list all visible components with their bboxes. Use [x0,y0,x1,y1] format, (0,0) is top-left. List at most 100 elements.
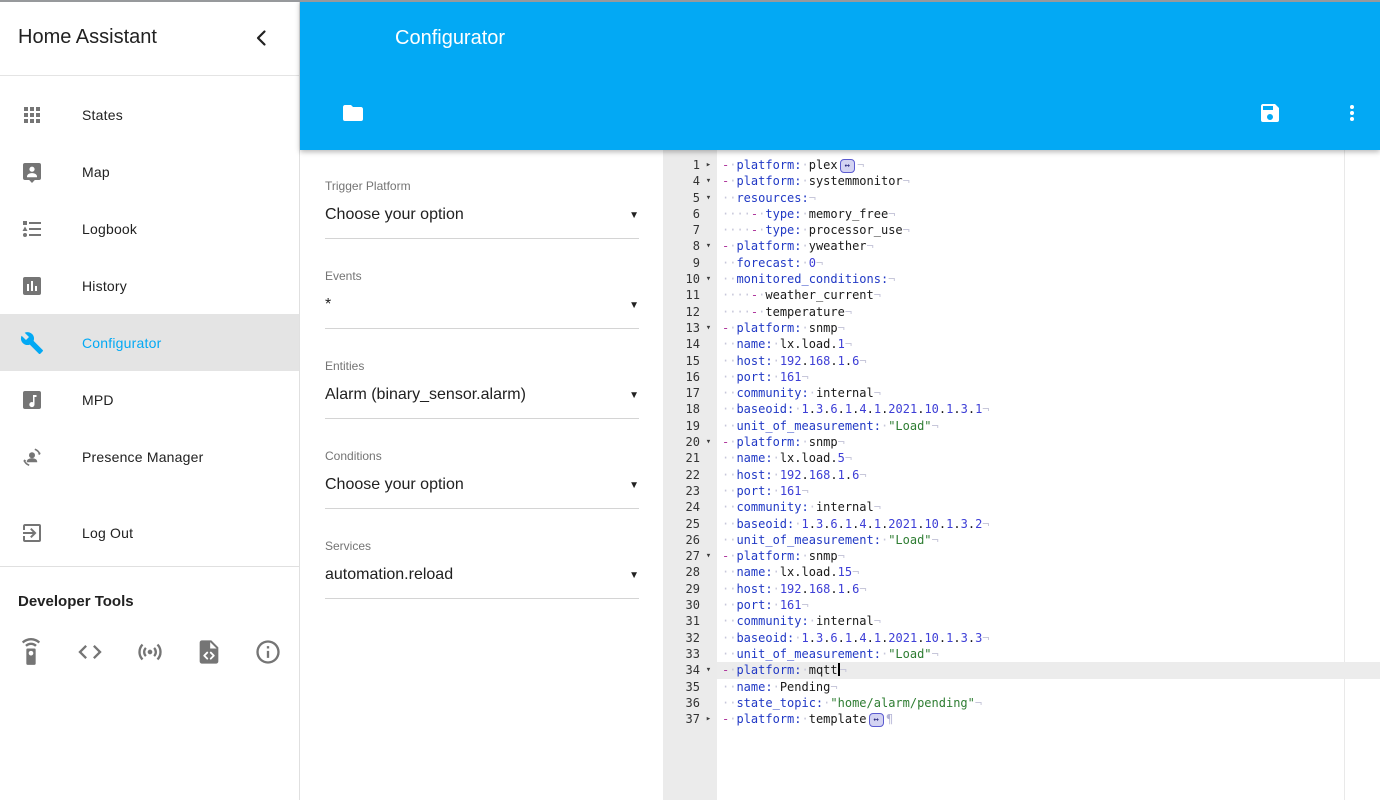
sidebar-item-history[interactable]: History [0,257,299,314]
sidebar-item-log-out[interactable]: Log Out [0,504,299,561]
field-selected-value: Choose your option [325,206,464,223]
code-text[interactable]: ····-·temperature¬ [717,304,1380,320]
code-text[interactable]: -·platform:·template ↔ ¶ [717,711,1380,728]
editor-line: 21 ··name:·lx.load.5¬ [663,450,1380,466]
line-number: 27 [685,549,700,564]
fold-gutter [700,597,717,613]
developer-tools-heading: Developer Tools [18,593,134,610]
code-text[interactable]: ··forecast:·0¬ [717,255,1380,271]
line-number: 20 [685,435,700,450]
code-text[interactable]: ··name:·lx.load.5¬ [717,450,1380,466]
code-text[interactable]: ··name:·lx.load.15¬ [717,564,1380,580]
code-text[interactable]: ····-·type:·memory_free¬ [717,206,1380,222]
file-code-icon[interactable] [195,638,223,666]
code-text[interactable]: ··port:·161¬ [717,483,1380,499]
code-text[interactable]: ··name:·Pending¬ [717,679,1380,695]
sidebar-item-logbook[interactable]: Logbook [0,200,299,257]
fold-open-icon[interactable]: ▾ [700,662,717,678]
code-text[interactable]: -·platform:·yweather¬ [717,238,1380,254]
fold-gutter [700,581,717,597]
code-text[interactable]: ··host:·192.168.1.6¬ [717,353,1380,369]
code-text[interactable]: ··baseoid:·1.3.6.1.4.1.2021.10.1.3.1¬ [717,401,1380,417]
account-sync-icon [20,445,44,469]
field-select-trigger-platform[interactable]: Choose your option ▼ [325,205,639,225]
sidebar-item-states[interactable]: States [0,86,299,143]
app-title: Home Assistant [18,26,157,48]
code-text[interactable]: ··unit_of_measurement:·"Load"¬ [717,418,1380,434]
code-text[interactable]: -·platform:·systemmonitor¬ [717,173,1380,189]
editor-line: 23 ··port:·161¬ [663,483,1380,499]
sidebar-item-presence-manager[interactable]: Presence Manager [0,428,299,485]
fold-open-icon[interactable]: ▾ [700,271,717,287]
field-select-services[interactable]: automation.reload ▼ [325,565,639,585]
save-icon[interactable] [1258,101,1282,125]
fold-open-icon[interactable]: ▾ [700,173,717,189]
fold-gutter [700,353,717,369]
field-select-conditions[interactable]: Choose your option ▼ [325,475,639,495]
field-underline [325,418,639,419]
code-text[interactable]: ··baseoid:·1.3.6.1.4.1.2021.10.1.3.2¬ [717,516,1380,532]
fold-collapsed-icon[interactable]: ▸ [700,711,717,727]
collapsed-fold-widget[interactable]: ↔ [868,713,884,728]
fold-open-icon[interactable]: ▾ [700,238,717,254]
editor-line: 11 ····-·weather_current¬ [663,287,1380,303]
code-text[interactable]: ····-·weather_current¬ [717,287,1380,303]
code-text[interactable]: ··state_topic:·"home/alarm/pending"¬ [717,695,1380,711]
code-text[interactable]: ··baseoid:·1.3.6.1.4.1.2021.10.1.3.3¬ [717,630,1380,646]
kebab-icon[interactable] [1340,101,1364,125]
collapsed-fold-widget[interactable]: ↔ [839,159,856,173]
form-field-conditions: Conditions Choose your option ▼ [325,449,639,539]
fold-open-icon[interactable]: ▾ [700,548,717,564]
remote-icon[interactable] [17,638,45,666]
field-selected-value: Alarm (binary_sensor.alarm) [325,386,526,403]
chevron-left-icon[interactable] [249,26,273,50]
field-label: Services [325,539,372,553]
code-text[interactable]: ··resources:¬ [717,190,1380,206]
map-account-icon [20,160,44,184]
code-text[interactable]: ··community:·internal¬ [717,385,1380,401]
fold-open-icon[interactable]: ▾ [700,434,717,450]
code-text[interactable]: ··community:·internal¬ [717,613,1380,629]
code-tags-icon[interactable] [76,638,104,666]
code-text[interactable]: ··unit_of_measurement:·"Load"¬ [717,646,1380,662]
line-number: 13 [685,320,700,335]
field-select-entities[interactable]: Alarm (binary_sensor.alarm) ▼ [325,385,639,405]
code-editor[interactable]: 1 ▸ -·platform:·plex ↔ ¬ 4 ▾ -·platform:·system… [663,150,1380,800]
field-select-events[interactable]: * ▼ [325,295,639,315]
access-point-icon[interactable] [136,638,164,666]
dropdown-caret-icon: ▼ [629,389,639,401]
code-text[interactable]: ····-·type:·processor_use¬ [717,222,1380,238]
code-text[interactable]: ··host:·192.168.1.6¬ [717,581,1380,597]
sidebar-item-map[interactable]: Map [0,143,299,200]
line-number: 23 [685,483,700,498]
code-text[interactable]: -·platform:·snmp¬ [717,548,1380,564]
code-text[interactable]: -·platform:·snmp¬ [717,320,1380,336]
editor-line: 37 ▸ -·platform:·template ↔ ¶ [663,711,1380,728]
code-text[interactable]: ··host:·192.168.1.6¬ [717,467,1380,483]
fold-gutter [700,483,717,499]
code-text[interactable]: ··port:·161¬ [717,597,1380,613]
code-text[interactable]: -·platform:·mqtt ¬ [717,662,1380,679]
folder-icon[interactable] [341,101,365,125]
code-text[interactable]: ··monitored_conditions:¬ [717,271,1380,287]
sidebar-item-configurator[interactable]: Configurator [0,314,299,371]
line-number: 31 [685,614,700,629]
fold-gutter [700,613,717,629]
fold-open-icon[interactable]: ▾ [700,190,717,206]
fold-gutter [700,695,717,711]
code-text[interactable]: ··name:·lx.load.1¬ [717,336,1380,352]
sidebar-item-mpd[interactable]: MPD [0,371,299,428]
code-text[interactable]: ··unit_of_measurement:·"Load"¬ [717,532,1380,548]
info-icon[interactable] [254,638,282,666]
editor-line: 29 ··host:·192.168.1.6¬ [663,581,1380,597]
code-text[interactable]: -·platform:·snmp¬ [717,434,1380,450]
code-text[interactable]: ··port:·161¬ [717,369,1380,385]
sidebar-item-label: Presence Manager [82,448,204,465]
fold-open-icon[interactable]: ▾ [700,320,717,336]
code-text[interactable]: -·platform:·plex ↔ ¬ [717,157,1380,173]
sidebar-item-label: MPD [82,391,114,408]
code-text[interactable]: ··community:·internal¬ [717,499,1380,515]
editor-line: 24 ··community:·internal¬ [663,499,1380,515]
fold-collapsed-icon[interactable]: ▸ [700,157,717,173]
editor-line: 32 ··baseoid:·1.3.6.1.4.1.2021.10.1.3.3¬ [663,630,1380,646]
